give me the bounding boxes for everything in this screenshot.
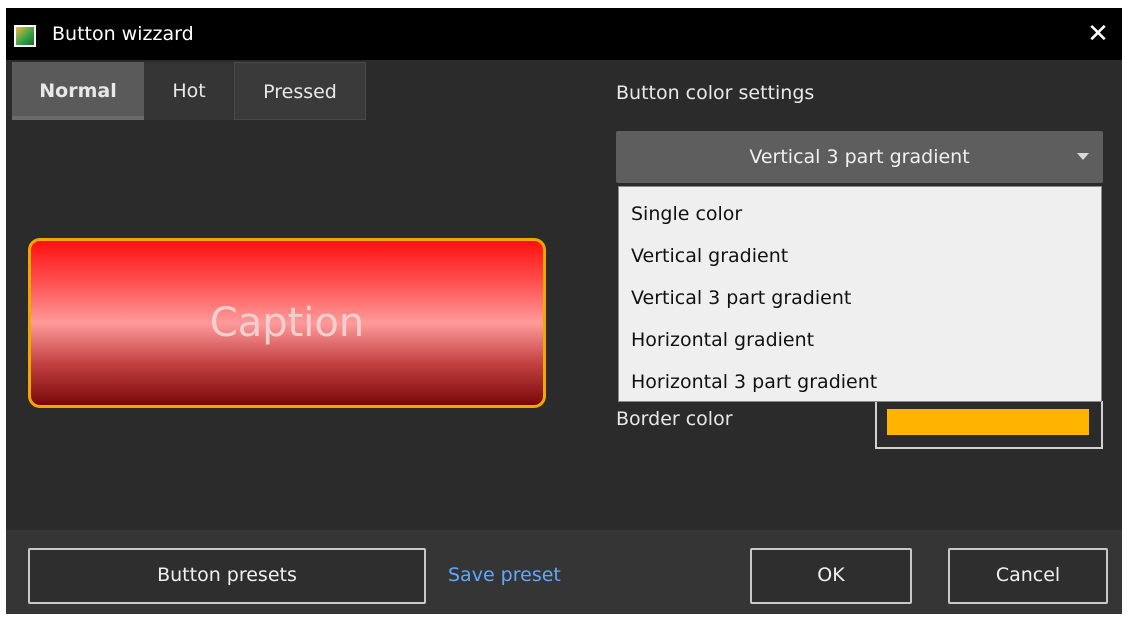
border-color-label: Border color (616, 408, 733, 430)
app-icon (14, 25, 36, 47)
button-wizard-dialog: Button wizzard ✕ Normal Hot Pressed Capt… (6, 8, 1122, 614)
button-preview: Caption (28, 238, 546, 408)
option-vertical-3-part-gradient[interactable]: Vertical 3 part gradient (619, 277, 1101, 319)
chevron-down-icon (1077, 153, 1089, 160)
button-presets-button[interactable]: Button presets (28, 548, 426, 604)
window-title: Button wizzard (52, 23, 194, 45)
border-color-swatch (887, 409, 1089, 435)
color-mode-dropdown[interactable]: Vertical 3 part gradient (616, 131, 1103, 183)
color-settings-label: Button color settings (616, 82, 815, 104)
tab-normal[interactable]: Normal (12, 62, 144, 120)
color-mode-options-list: Single color Vertical gradient Vertical … (618, 186, 1102, 402)
option-horizontal-3-part-gradient[interactable]: Horizontal 3 part gradient (619, 361, 1101, 403)
tab-hot[interactable]: Hot (144, 62, 234, 120)
cancel-button[interactable]: Cancel (948, 548, 1108, 604)
option-horizontal-gradient[interactable]: Horizontal gradient (619, 319, 1101, 361)
title-bar: Button wizzard ✕ (6, 8, 1122, 60)
ok-button[interactable]: OK (750, 548, 912, 604)
option-vertical-gradient[interactable]: Vertical gradient (619, 235, 1101, 277)
border-color-picker[interactable] (875, 401, 1103, 449)
close-icon[interactable]: ✕ (1074, 8, 1122, 60)
option-single-color[interactable]: Single color (619, 193, 1101, 235)
tab-pressed[interactable]: Pressed (234, 62, 366, 120)
dropdown-selected-value: Vertical 3 part gradient (749, 146, 970, 168)
save-preset-link[interactable]: Save preset (448, 564, 561, 586)
footer-bar: Button presets Save preset OK Cancel (6, 530, 1122, 614)
